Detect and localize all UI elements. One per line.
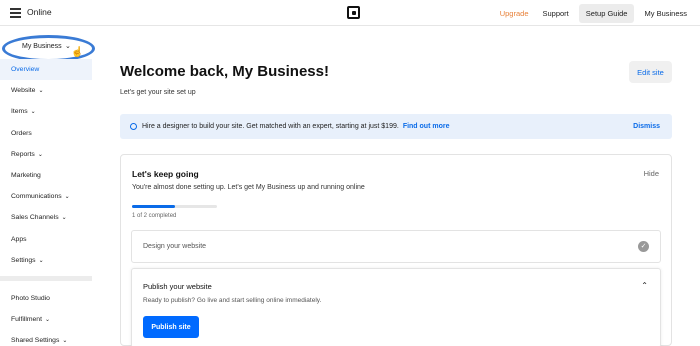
step-publish-website: Publish your website ⌃ Ready to publish?… (131, 268, 661, 346)
support-link[interactable]: Support (536, 9, 576, 18)
sidebar-item-label: Reports (11, 150, 35, 158)
chevron-down-icon: ⌄ (64, 194, 70, 201)
page-title: Welcome back, My Business! (120, 63, 329, 80)
chevron-down-icon: ⌄ (37, 151, 43, 158)
business-switcher-label: My Business (22, 43, 62, 50)
sidebar-item-orders[interactable]: Orders (0, 123, 92, 144)
progress-bar (132, 205, 217, 208)
sidebar-item-label: Items (11, 108, 28, 116)
sidebar-item-items[interactable]: Items ⌄ (0, 101, 92, 122)
sidebar-item-label: Overview (11, 66, 40, 74)
find-out-more-link[interactable]: Find out more (403, 123, 450, 130)
step-design-website[interactable]: Design your website ✓ (131, 230, 661, 263)
sidebar-item-label: Fulfillment (11, 316, 42, 324)
main-content: Welcome back, My Business! Let's get you… (92, 26, 700, 346)
sidebar-item-label: Communications (11, 193, 62, 201)
step-title: Design your website (143, 243, 207, 250)
sidebar-item-overview[interactable]: Overview (0, 59, 92, 81)
step-description: Ready to publish? Go live and start sell… (143, 297, 322, 304)
sidebar-item-label: Orders (11, 129, 32, 137)
sidebar-item-sales-channels[interactable]: Sales Channels ⌄ (0, 207, 92, 228)
sidebar-item-website[interactable]: Website ⌄ (0, 80, 92, 101)
sidebar-item-photo-studio[interactable]: Photo Studio (0, 288, 92, 309)
upgrade-link[interactable]: Upgrade (493, 9, 536, 18)
sidebar-item-shared-settings[interactable]: Shared Settings ⌄ (0, 330, 92, 346)
sidebar: My Business ⌄ ☝ Overview Website ⌄ Items ⌄… (0, 26, 95, 346)
sidebar-item-settings[interactable]: Settings ⌄ (0, 250, 92, 271)
banner-text: Hire a designer to build your site. Get … (142, 123, 399, 130)
square-logo-icon[interactable] (347, 6, 360, 19)
publish-site-button[interactable]: Publish site (143, 316, 199, 338)
chevron-down-icon: ⌄ (38, 88, 44, 95)
edit-site-button[interactable]: Edit site (629, 61, 672, 83)
chevron-down-icon: ⌄ (44, 317, 51, 324)
dismiss-button[interactable]: Dismiss (633, 123, 660, 130)
chevron-down-icon: ⌄ (38, 257, 44, 264)
top-right-links: Upgrade Support Setup Guide My Business (493, 3, 694, 23)
sidebar-item-fulfillment[interactable]: Fulfillment ⌄ (0, 309, 92, 330)
pointer-cursor-icon: ☝ (71, 47, 84, 58)
sidebar-item-marketing[interactable]: Marketing (0, 165, 92, 186)
business-menu[interactable]: My Business (637, 9, 694, 18)
sidebar-item-label: Settings (11, 256, 36, 264)
chevron-up-icon[interactable]: ⌃ (641, 281, 648, 290)
globe-icon (130, 123, 137, 130)
setup-card: Let's keep going Hide You're almost done… (120, 154, 672, 346)
chevron-down-icon: ⌄ (30, 109, 36, 116)
setup-guide-button[interactable]: Setup Guide (578, 3, 635, 23)
chevron-down-icon: ⌄ (62, 338, 68, 345)
hamburger-icon[interactable] (10, 8, 21, 18)
hide-button[interactable]: Hide (644, 169, 659, 178)
designer-banner: Hire a designer to build your site. Get … (120, 114, 672, 139)
progress-text: 1 of 2 completed (132, 213, 177, 219)
card-subtitle: You're almost done setting up. Let's get… (132, 184, 365, 191)
sidebar-item-apps[interactable]: Apps (0, 229, 92, 250)
sidebar-divider (0, 276, 92, 281)
sidebar-item-label: Website (11, 87, 36, 95)
sidebar-item-communications[interactable]: Communications ⌄ (0, 186, 92, 207)
step-title: Publish your website (143, 282, 212, 291)
sidebar-item-reports[interactable]: Reports ⌄ (0, 144, 92, 165)
page-subtitle: Let's get your site set up (120, 89, 196, 96)
sidebar-item-label: Marketing (11, 172, 41, 180)
sidebar-item-label: Apps (11, 235, 27, 243)
chevron-down-icon: ⌄ (61, 215, 67, 222)
app-name: Online (27, 7, 52, 17)
sidebar-item-label: Sales Channels (11, 214, 59, 222)
check-circle-icon: ✓ (638, 241, 649, 252)
card-title: Let's keep going (132, 169, 199, 179)
sidebar-item-label: Shared Settings (11, 337, 60, 345)
sidebar-nav: Overview Website ⌄ Items ⌄ Orders Reports ⌄… (0, 59, 92, 271)
progress-fill (132, 205, 175, 208)
business-switcher[interactable]: My Business ⌄ ☝ (0, 32, 95, 62)
sidebar-item-label: Photo Studio (11, 295, 50, 303)
sidebar-secondary-nav: Photo Studio Fulfillment ⌄ Shared Setting… (0, 288, 92, 346)
top-bar: Online Upgrade Support Setup Guide My Bu… (0, 0, 700, 26)
chevron-down-icon: ⌄ (65, 43, 71, 50)
